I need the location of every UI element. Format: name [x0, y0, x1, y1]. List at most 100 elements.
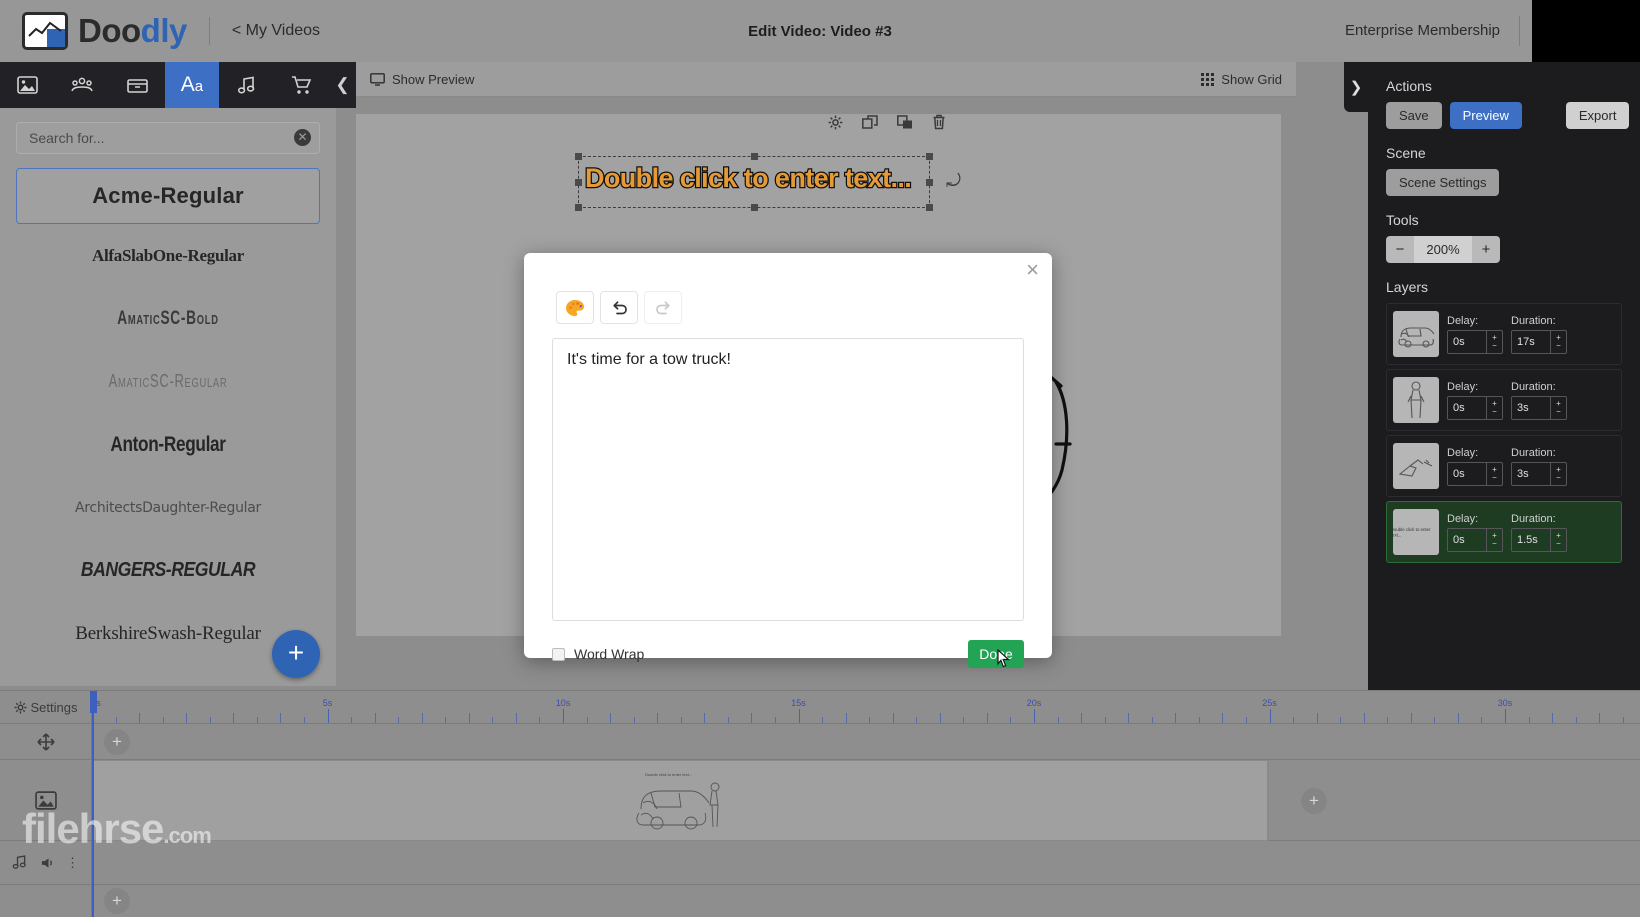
zoom-in-button[interactable]: + — [1472, 236, 1500, 263]
collapse-library-button[interactable]: ❮ — [329, 62, 356, 108]
resize-handle-tr[interactable] — [926, 153, 933, 160]
font-item-acme[interactable]: Acme-Regular — [16, 168, 320, 224]
header-divider — [208, 17, 210, 45]
delay-stepper[interactable]: + − — [1487, 329, 1503, 354]
more-vertical-icon[interactable]: ⋮ — [66, 856, 79, 869]
zoom-out-button[interactable]: − — [1386, 236, 1414, 263]
timeline-row-extra[interactable] — [0, 885, 91, 917]
delay-stepper[interactable]: + − — [1487, 395, 1503, 420]
chevron-left-icon: ❮ — [335, 75, 350, 94]
my-videos-link[interactable]: < My Videos — [232, 22, 320, 40]
save-button[interactable]: Save — [1386, 102, 1442, 129]
delay-value[interactable]: 0s — [1447, 395, 1487, 420]
canvas-text-element[interactable]: Double click to enter text... ⤾ — [575, 153, 961, 211]
scene-settings-button[interactable]: Scene Settings — [1386, 169, 1500, 196]
duration-stepper[interactable]: + − — [1551, 395, 1567, 420]
ruler-tick — [209, 717, 211, 723]
delay-value[interactable]: 0s — [1447, 461, 1487, 486]
doodly-logo-icon — [22, 12, 68, 50]
timeline-playhead[interactable] — [90, 691, 97, 917]
tab-shop[interactable] — [274, 62, 329, 108]
font-item-alfaslabone[interactable]: AlfaSlabOne-Regular — [16, 224, 320, 287]
word-wrap-checkbox[interactable] — [552, 647, 565, 661]
ruler-tick — [1269, 709, 1271, 723]
actions-heading: Actions — [1386, 78, 1432, 94]
scene-clip[interactable]: Double click to enter text... — [92, 760, 1268, 841]
close-icon[interactable]: × — [1026, 259, 1039, 281]
layer-row-1[interactable]: Delay: 0s + − Duration: 17s + − — [1386, 303, 1622, 365]
text-input-area[interactable] — [552, 338, 1024, 621]
font-item-anton[interactable]: Anton-Regular — [43, 413, 292, 476]
send-backward-icon[interactable] — [897, 114, 913, 130]
search-input[interactable] — [16, 122, 320, 154]
ruler-tick — [186, 713, 188, 723]
resize-handle-mr[interactable] — [926, 179, 933, 186]
timeline-row-audio[interactable]: ⋮ — [0, 841, 91, 885]
show-preview-button[interactable]: Show Preview — [370, 72, 474, 87]
delete-icon[interactable] — [932, 114, 946, 130]
timeline-track-audio[interactable] — [92, 841, 1640, 885]
duration-value[interactable]: 17s — [1511, 329, 1551, 354]
add-track-button[interactable]: + — [104, 888, 130, 914]
tab-images[interactable] — [0, 62, 55, 108]
collapse-right-panel-button[interactable]: ❯ — [1344, 62, 1368, 112]
duration-value[interactable]: 1.5s — [1511, 527, 1551, 552]
layer-row-2[interactable]: Delay: 0s + − Duration: 3s + − — [1386, 369, 1622, 431]
brand-logo[interactable]: Doodly — [0, 12, 187, 50]
timeline-settings-button[interactable]: Settings — [0, 691, 91, 724]
ruler-tick — [563, 709, 564, 723]
redo-icon[interactable] — [644, 291, 682, 324]
layer-row-3[interactable]: Delay: 0s + − Duration: 3s + − — [1386, 435, 1622, 497]
resize-handle-ml[interactable] — [575, 179, 582, 186]
settings-gear-icon[interactable] — [828, 114, 843, 130]
move-icon — [36, 732, 55, 751]
undo-icon[interactable] — [600, 291, 638, 324]
resize-handle-bc[interactable] — [751, 204, 758, 211]
duration-label: Duration: — [1511, 512, 1556, 525]
word-wrap-row[interactable]: Word Wrap — [552, 646, 644, 662]
duration-stepper[interactable]: + − — [1551, 329, 1567, 354]
ruler-tick — [1316, 713, 1318, 723]
delay-value[interactable]: 0s — [1447, 527, 1487, 552]
show-grid-button[interactable]: Show Grid — [1201, 72, 1282, 87]
timeline-track-move[interactable]: + — [92, 724, 1640, 760]
delay-stepper[interactable]: + − — [1487, 461, 1503, 486]
preview-button[interactable]: Preview — [1449, 102, 1522, 129]
tab-props[interactable] — [110, 62, 165, 108]
timeline-track-extra[interactable]: + — [92, 885, 1640, 917]
font-item-architectsdaughter[interactable]: ArchitectsDaughter-Regular — [16, 476, 320, 539]
resize-handle-tl[interactable] — [575, 153, 582, 160]
clear-search-icon[interactable]: ✕ — [294, 129, 311, 146]
duration-value[interactable]: 3s — [1511, 461, 1551, 486]
resize-handle-tc[interactable] — [751, 153, 758, 160]
layer-row-4[interactable]: Double click to enter text... Delay: 0s … — [1386, 501, 1622, 563]
export-button[interactable]: Export — [1565, 102, 1630, 129]
add-text-button[interactable]: + — [272, 630, 320, 678]
duration-value[interactable]: 3s — [1511, 395, 1551, 420]
delay-label: Delay: — [1447, 314, 1479, 327]
ruler-tick — [1057, 717, 1059, 723]
done-button[interactable]: Done — [968, 640, 1024, 668]
timeline-ruler[interactable]: 0s5s10s15s20s25s30s — [92, 691, 1640, 724]
grid-icon — [1201, 72, 1215, 86]
delay-stepper[interactable]: + − — [1487, 527, 1503, 552]
delay-value[interactable]: 0s — [1447, 329, 1487, 354]
font-item-amaticsc-bold[interactable]: AmaticSC-Bold — [59, 287, 278, 350]
resize-handle-bl[interactable] — [575, 204, 582, 211]
timeline-row-scene[interactable] — [0, 760, 91, 841]
timeline-row-move[interactable] — [0, 724, 91, 760]
bring-forward-icon[interactable] — [862, 114, 878, 130]
tab-characters[interactable] — [55, 62, 110, 108]
tab-music[interactable] — [219, 62, 274, 108]
add-camera-keyframe-button[interactable]: + — [104, 729, 130, 755]
resize-handle-br[interactable] — [926, 204, 933, 211]
tab-text[interactable]: Aa — [164, 62, 220, 108]
timeline-add-scene-area[interactable]: + — [1268, 760, 1548, 841]
add-scene-button[interactable]: + — [1301, 788, 1327, 814]
font-item-bangers[interactable]: BANGERS-REGULAR — [34, 539, 302, 602]
color-palette-icon[interactable] — [556, 291, 594, 324]
duration-stepper[interactable]: + − — [1551, 461, 1567, 486]
font-item-amaticsc-regular[interactable]: AmaticSC-Regular — [59, 350, 278, 413]
rotate-handle-icon[interactable]: ⤾ — [946, 171, 961, 192]
duration-stepper[interactable]: + − — [1551, 527, 1567, 552]
